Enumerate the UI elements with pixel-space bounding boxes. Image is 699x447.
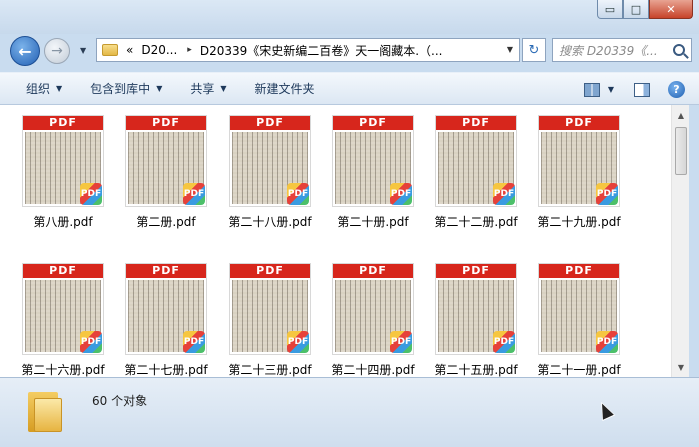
file-item[interactable]: PDF PDF 第二十八册.pdf (225, 115, 329, 245)
file-name: 第二十七册.pdf (124, 363, 208, 377)
change-view-icon[interactable] (583, 82, 600, 97)
file-item[interactable]: PDF PDF 第二十七册.pdf (121, 263, 225, 393)
breadcrumb-parent[interactable]: D20... (141, 43, 177, 57)
title-bar: ▭ □ ✕ (0, 0, 699, 34)
pdf-app-icon: PDF (287, 183, 309, 205)
pdf-app-icon: PDF (493, 331, 515, 353)
pdf-app-icon: PDF (493, 183, 515, 205)
file-name: 第二十册.pdf (337, 215, 409, 229)
search-input[interactable]: 搜索 D20339《... (552, 38, 692, 62)
window-controls: ▭ □ ✕ (597, 0, 693, 19)
item-count: 60 个对象 (92, 394, 148, 408)
thumbnail-header: PDF (23, 264, 103, 278)
file-item[interactable]: PDF PDF 第二册.pdf (121, 115, 225, 245)
file-name: 第二十八册.pdf (228, 215, 312, 229)
preview-pane-icon[interactable] (634, 82, 650, 97)
folder-icon (102, 44, 118, 56)
pdf-app-icon: PDF (183, 331, 205, 353)
toolbar-right-group: ▼ ? (583, 73, 699, 106)
scroll-down-button[interactable]: ▼ (674, 359, 688, 375)
pdf-app-icon: PDF (80, 183, 102, 205)
vertical-scrollbar[interactable]: ▲ ▼ (671, 105, 689, 377)
refresh-button[interactable]: ↻ (522, 38, 546, 62)
address-bar[interactable]: « D20... ▸ D20339《宋史新编二百卷》天一阁藏本.（... ▼ (96, 38, 520, 62)
file-name: 第二十三册.pdf (228, 363, 312, 377)
file-item[interactable]: PDF PDF 第二十册.pdf (328, 115, 432, 245)
folder-icon (28, 388, 62, 432)
file-list-pane: PDF PDF 第八册.pdf PDF PDF 第二册.pdf PDF PDF 第二十八册.pd… (0, 105, 671, 377)
file-item[interactable]: PDF PDF 第二十一册.pdf (534, 263, 638, 393)
chevron-down-icon: ▼ (156, 84, 163, 93)
organize-label: 组织 (26, 82, 51, 96)
file-name: 第二十一册.pdf (537, 363, 621, 377)
details-pane: 60 个对象 (0, 377, 699, 447)
chevron-down-icon: ▼ (56, 84, 63, 93)
file-name: 第二十六册.pdf (21, 363, 105, 377)
pdf-app-icon: PDF (80, 331, 102, 353)
share-label: 共享 (190, 82, 215, 96)
thumbnail-header: PDF (539, 116, 619, 130)
chevron-down-icon: ▼ (220, 84, 227, 93)
thumbnail-header: PDF (126, 116, 206, 130)
view-options-dropdown[interactable]: ▼ (608, 85, 614, 94)
minimize-button[interactable]: ▭ (597, 0, 623, 19)
file-item[interactable]: PDF PDF 第二十四册.pdf (328, 263, 432, 393)
address-dropdown-icon[interactable]: ▼ (507, 45, 513, 54)
pdf-app-icon: PDF (390, 183, 412, 205)
breadcrumb-current[interactable]: D20339《宋史新编二百卷》天一阁藏本.（... (200, 42, 443, 59)
include-in-library-label: 包含到库中 (90, 82, 151, 96)
scroll-thumb[interactable] (675, 127, 687, 175)
close-button[interactable]: ✕ (649, 0, 693, 19)
breadcrumb-overflow[interactable]: « (126, 43, 133, 57)
include-in-library-menu[interactable]: 包含到库中 ▼ (76, 80, 176, 97)
file-item[interactable]: PDF PDF 第二十三册.pdf (225, 263, 329, 393)
pdf-app-icon: PDF (596, 183, 618, 205)
file-item[interactable]: PDF PDF 第二十六册.pdf (18, 263, 122, 393)
command-toolbar: 组织 ▼ 包含到库中 ▼ 共享 ▼ 新建文件夹 ▼ ? (0, 72, 699, 105)
chevron-right-icon[interactable]: ▸ (187, 45, 192, 55)
scroll-up-button[interactable]: ▲ (674, 107, 688, 123)
thumbnail-header: PDF (333, 116, 413, 130)
thumbnail-header: PDF (23, 116, 103, 130)
file-name: 第二十五册.pdf (434, 363, 518, 377)
file-name: 第二册.pdf (136, 215, 196, 229)
thumbnail-header: PDF (230, 116, 310, 130)
search-icon[interactable] (673, 44, 685, 56)
new-folder-label: 新建文件夹 (254, 82, 315, 96)
back-button[interactable]: ← (10, 36, 40, 66)
file-name: 第八册.pdf (33, 215, 93, 229)
thumbnail-header: PDF (230, 264, 310, 278)
thumbnail-header: PDF (126, 264, 206, 278)
forward-button[interactable]: → (44, 38, 70, 64)
maximize-button[interactable]: □ (623, 0, 649, 19)
help-icon[interactable]: ? (668, 81, 685, 98)
file-item[interactable]: PDF PDF 第二十二册.pdf (431, 115, 535, 245)
window-edge (689, 105, 699, 377)
organize-menu[interactable]: 组织 ▼ (0, 80, 76, 97)
file-item[interactable]: PDF PDF 第二十五册.pdf (431, 263, 535, 393)
mouse-cursor-icon (594, 398, 616, 422)
new-folder-button[interactable]: 新建文件夹 (241, 80, 329, 97)
navigation-bar: ← → ▼ « D20... ▸ D20339《宋史新编二百卷》天一阁藏本.（.… (0, 34, 699, 68)
thumbnail-header: PDF (539, 264, 619, 278)
pdf-app-icon: PDF (287, 331, 309, 353)
pdf-app-icon: PDF (390, 331, 412, 353)
file-name: 第二十四册.pdf (331, 363, 415, 377)
thumbnail-header: PDF (333, 264, 413, 278)
share-menu[interactable]: 共享 ▼ (176, 80, 240, 97)
file-item[interactable]: PDF PDF 第八册.pdf (18, 115, 122, 245)
file-name: 第二十二册.pdf (434, 215, 518, 229)
thumbnail-header: PDF (436, 264, 516, 278)
thumbnail-header: PDF (436, 116, 516, 130)
pdf-app-icon: PDF (596, 331, 618, 353)
search-placeholder: 搜索 D20339《... (559, 43, 658, 58)
recent-pages-dropdown[interactable]: ▼ (80, 46, 86, 55)
pdf-app-icon: PDF (183, 183, 205, 205)
file-item[interactable]: PDF PDF 第二十九册.pdf (534, 115, 638, 245)
file-name: 第二十九册.pdf (537, 215, 621, 229)
